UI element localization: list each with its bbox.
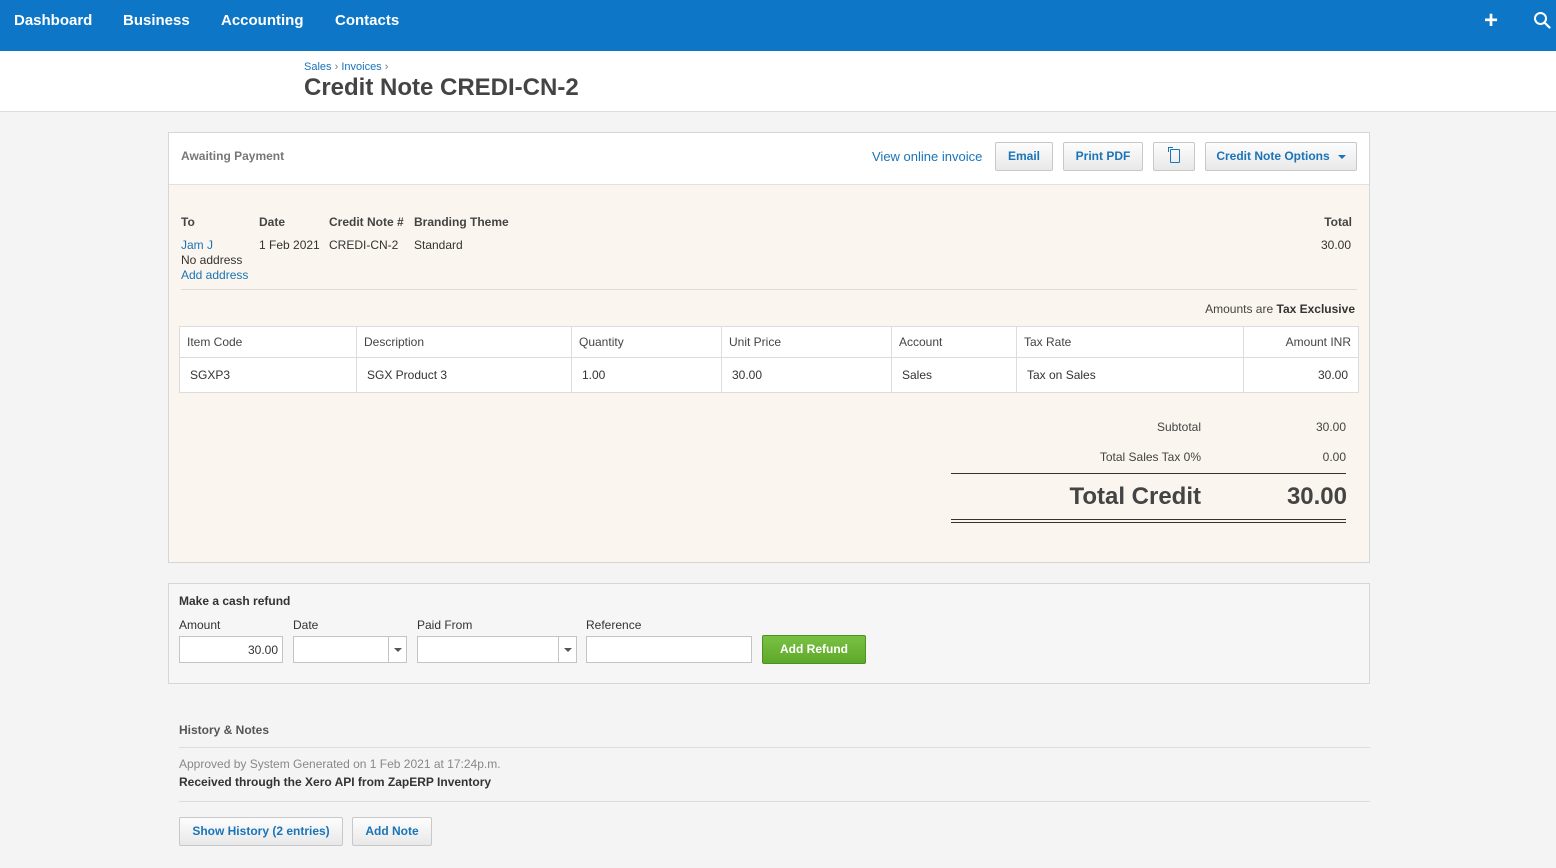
divider (181, 289, 1357, 290)
copy-button[interactable] (1153, 142, 1195, 171)
reference-label: Reference (586, 618, 642, 632)
chevron-down-icon[interactable] (388, 637, 406, 662)
column-header-description: Description (356, 326, 572, 358)
credit-note-number-label: Credit Note # (329, 215, 404, 229)
refund-title: Make a cash refund (179, 594, 291, 608)
total-label: Total (1324, 215, 1352, 229)
nav-accounting[interactable]: Accounting (221, 0, 304, 42)
breadcrumb-separator: › (334, 61, 339, 73)
nav-dashboard[interactable]: Dashboard (14, 0, 92, 42)
date-label: Date (293, 618, 319, 632)
divider (179, 747, 1370, 748)
nav-business[interactable]: Business (123, 0, 190, 42)
breadcrumb-separator: › (384, 61, 389, 73)
to-label: To (181, 215, 195, 229)
add-address-link[interactable]: Add address (181, 268, 248, 282)
view-online-invoice-link[interactable]: View online invoice (872, 149, 982, 164)
subtotal-value: 30.00 (1315, 420, 1346, 434)
credit-note-toolbar: Awaiting Payment View online invoice Ema… (169, 133, 1369, 185)
table-row[interactable]: SGXP3 SGX Product 3 1.00 30.00 Sales Tax… (179, 357, 1359, 393)
status-label: Awaiting Payment (181, 149, 285, 163)
column-header-amount: Amount INR (1243, 326, 1359, 358)
column-header-unit-price: Unit Price (721, 326, 892, 358)
credit-note-options-label: Credit Note Options (1216, 149, 1330, 163)
total-credit-value: 30.00 (1286, 483, 1347, 510)
amounts-are-text: Amounts are (1205, 302, 1274, 316)
history-notes-title: History & Notes (179, 723, 270, 737)
copy-icon (1168, 147, 1180, 163)
show-history-button[interactable]: Show History (2 entries) (179, 817, 343, 846)
branding-theme-label: Branding Theme (414, 215, 509, 229)
credit-note-options-button[interactable]: Credit Note Options (1205, 142, 1357, 171)
amounts-tax-note: Amounts are Tax Exclusive (1205, 302, 1355, 316)
top-navigation-bar: Dashboard Business Accounting Contacts + (0, 0, 1556, 51)
column-header-quantity: Quantity (571, 326, 722, 358)
page-title: Credit Note CREDI-CN-2 (304, 74, 579, 101)
breadcrumb-invoices[interactable]: Invoices (341, 61, 381, 73)
cell-quantity[interactable]: 1.00 (571, 357, 722, 393)
total-double-rule-top (951, 519, 1346, 520)
refund-amount-input[interactable] (179, 636, 283, 663)
cell-item-code[interactable]: SGXP3 (179, 357, 357, 393)
email-button[interactable]: Email (995, 142, 1053, 171)
refund-date-picker[interactable] (293, 636, 407, 663)
breadcrumb: Sales › Invoices › (304, 61, 388, 73)
date-value: 1 Feb 2021 (259, 238, 320, 252)
table-header-row: Item Code Description Quantity Unit Pric… (179, 326, 1359, 358)
amount-label: Amount (179, 618, 221, 632)
column-header-item-code: Item Code (179, 326, 357, 358)
cell-unit-price[interactable]: 30.00 (721, 357, 892, 393)
branding-theme-value: Standard (414, 238, 463, 252)
sales-tax-label: Total Sales Tax 0% (1099, 450, 1201, 464)
cell-amount: 30.00 (1243, 357, 1359, 393)
contact-link[interactable]: Jam J (181, 238, 213, 252)
add-note-button[interactable]: Add Note (352, 817, 432, 846)
no-address-text: No address (181, 253, 243, 267)
history-api-note: Received through the Xero API from ZapER… (179, 775, 492, 789)
cell-description[interactable]: SGX Product 3 (356, 357, 572, 393)
subtotal-label: Subtotal (1156, 420, 1201, 434)
history-approved-entry: Approved by System Generated on 1 Feb 20… (179, 757, 501, 771)
cell-account[interactable]: Sales (891, 357, 1017, 393)
plus-icon[interactable]: + (1481, 9, 1501, 33)
cell-tax-rate[interactable]: Tax on Sales (1016, 357, 1244, 393)
reference-input[interactable] (586, 636, 752, 663)
credit-note-number-value: CREDI-CN-2 (329, 238, 399, 252)
date-label: Date (259, 215, 286, 229)
tax-mode-value: Tax Exclusive (1276, 302, 1356, 316)
totals-divider (951, 473, 1346, 474)
line-items-table: Item Code Description Quantity Unit Pric… (179, 326, 1359, 393)
total-double-rule-bottom (951, 522, 1346, 523)
chevron-down-icon (1337, 154, 1346, 159)
page-header: Sales › Invoices › Credit Note CREDI-CN-… (0, 51, 1556, 112)
credit-note-panel: Awaiting Payment View online invoice Ema… (168, 132, 1370, 563)
nav-contacts[interactable]: Contacts (335, 0, 399, 42)
sales-tax-value: 0.00 (1322, 450, 1346, 464)
column-header-account: Account (891, 326, 1017, 358)
total-credit-label: Total Credit (1069, 483, 1201, 510)
chevron-down-icon[interactable] (558, 637, 576, 662)
total-value: 30.00 (1320, 238, 1351, 252)
cash-refund-panel: Make a cash refund Amount Date Paid From… (168, 583, 1370, 684)
print-pdf-button[interactable]: Print PDF (1063, 142, 1143, 171)
divider (179, 801, 1370, 802)
paid-from-select[interactable] (417, 636, 577, 663)
search-icon[interactable] (1533, 11, 1551, 29)
column-header-tax-rate: Tax Rate (1016, 326, 1244, 358)
add-refund-button[interactable]: Add Refund (762, 635, 866, 664)
paid-from-label: Paid From (417, 618, 473, 632)
breadcrumb-sales[interactable]: Sales (304, 61, 332, 73)
